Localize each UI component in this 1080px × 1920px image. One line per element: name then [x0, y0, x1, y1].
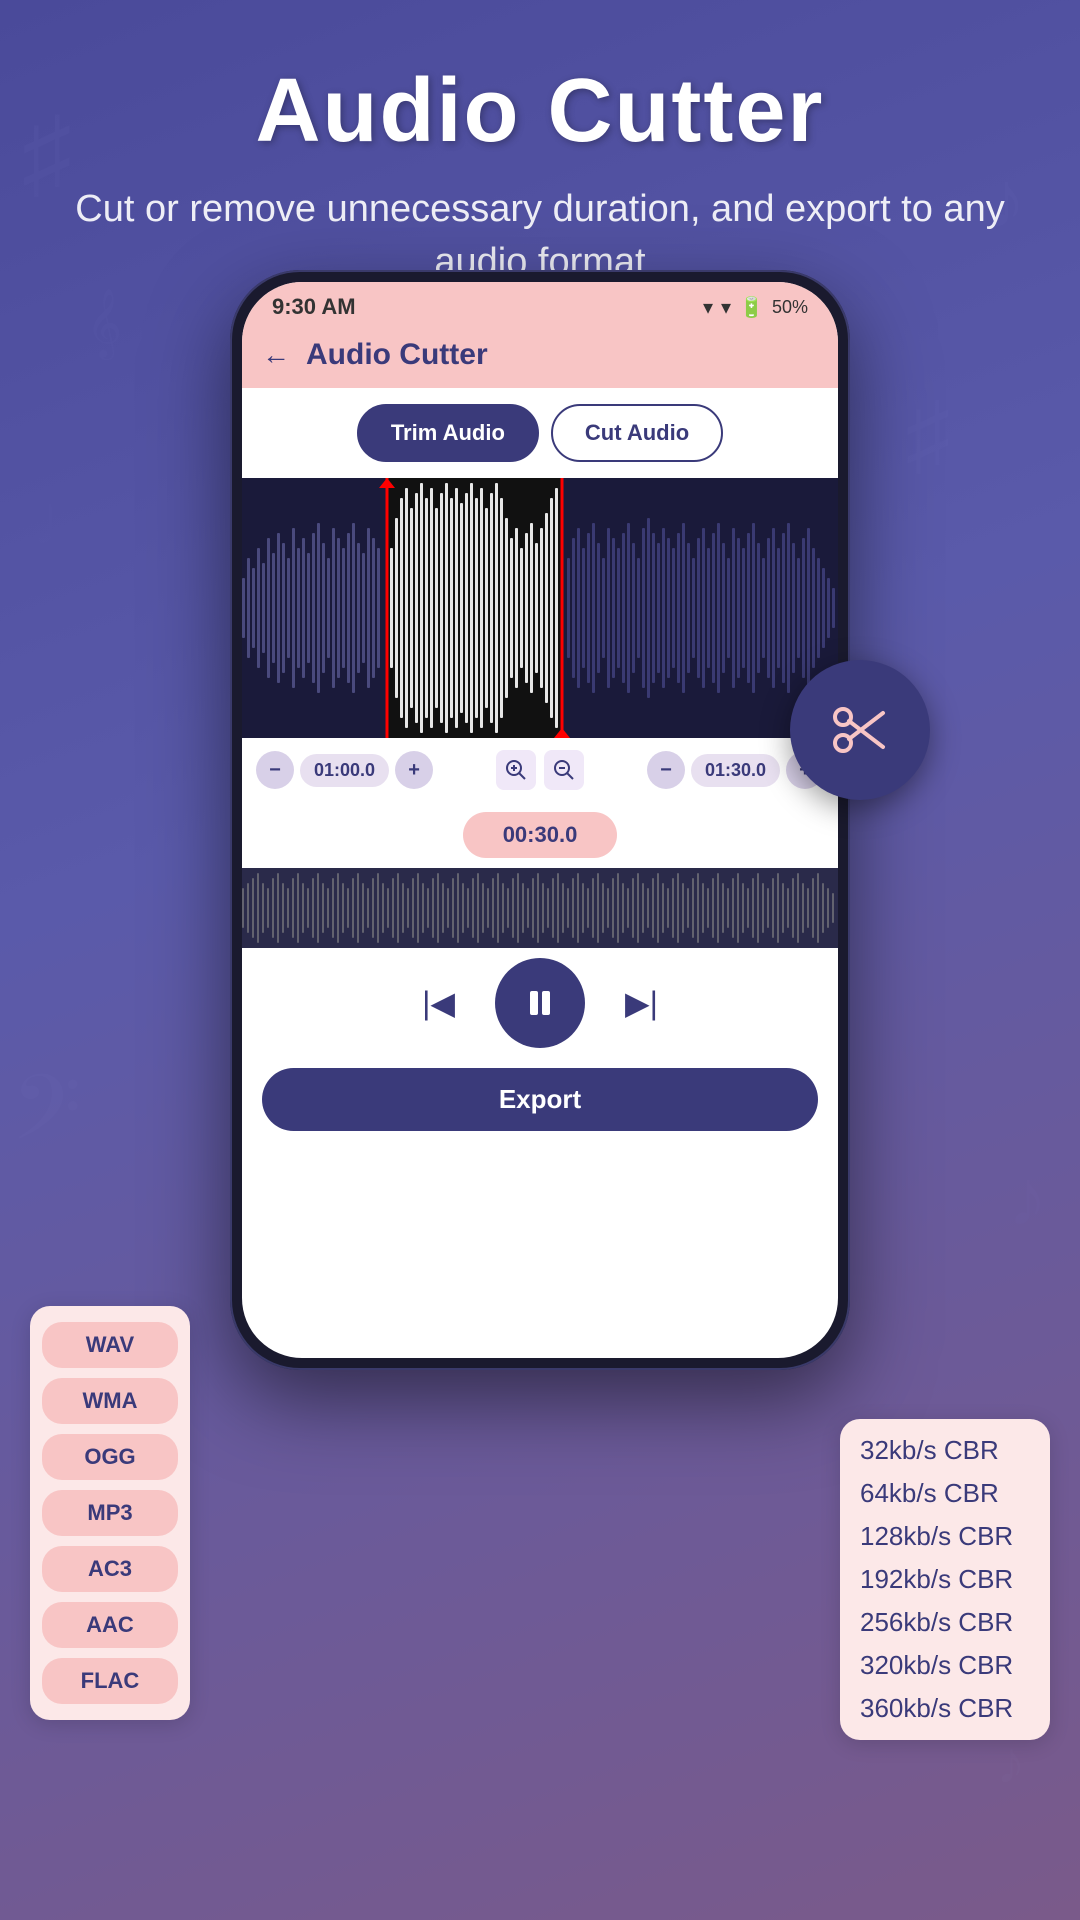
format-list: WAV WMA OGG MP3 AC3 AAC FLAC — [30, 1306, 190, 1720]
start-time-display: 01:00.0 — [300, 754, 389, 787]
duration-section: 00:30.0 — [242, 802, 838, 868]
bitrate-192[interactable]: 192kb/s CBR — [860, 1564, 1030, 1595]
zoom-out-button[interactable] — [544, 750, 584, 790]
bitrate-128[interactable]: 128kb/s CBR — [860, 1521, 1030, 1552]
phone-mockup: 9:30 AM ▾ ▾ 🔋 50% ← Audio Cutter Trim Au… — [230, 270, 850, 1370]
format-wav[interactable]: WAV — [42, 1322, 178, 1368]
format-flac[interactable]: FLAC — [42, 1658, 178, 1704]
wifi-icon: ▾ — [703, 295, 713, 320]
signal-icon: ▾ — [721, 295, 731, 320]
status-bar: 9:30 AM ▾ ▾ 🔋 50% — [242, 282, 838, 328]
bitrate-64[interactable]: 64kb/s CBR — [860, 1478, 1030, 1509]
format-ogg[interactable]: OGG — [42, 1434, 178, 1480]
format-wma[interactable]: WMA — [42, 1378, 178, 1424]
zoom-out-icon — [553, 759, 575, 781]
start-time-minus[interactable]: − — [256, 751, 294, 789]
phone-outer-shell: 9:30 AM ▾ ▾ 🔋 50% ← Audio Cutter Trim Au… — [230, 270, 850, 1370]
app-bar-title: Audio Cutter — [306, 338, 488, 372]
pause-button[interactable] — [495, 958, 585, 1048]
playback-section: |◀ ▶| — [242, 948, 838, 1058]
bitrate-list: 32kb/s CBR 64kb/s CBR 128kb/s CBR 192kb/… — [840, 1419, 1050, 1740]
bitrate-256[interactable]: 256kb/s CBR — [860, 1607, 1030, 1638]
controls-bar: − 01:00.0 + — [242, 738, 838, 802]
format-mp3[interactable]: MP3 — [42, 1490, 178, 1536]
waveform-secondary[interactable] — [242, 868, 838, 948]
tab-section: Trim Audio Cut Audio — [242, 388, 838, 478]
zoom-controls — [496, 750, 584, 790]
skip-forward-button[interactable]: ▶| — [625, 984, 658, 1022]
waveform-display[interactable] — [242, 478, 838, 738]
skip-back-button[interactable]: |◀ — [422, 984, 455, 1022]
end-time-minus[interactable]: − — [647, 751, 685, 789]
export-button[interactable]: Export — [262, 1068, 818, 1131]
start-time-control: − 01:00.0 + — [256, 751, 433, 789]
phone-screen: 9:30 AM ▾ ▾ 🔋 50% ← Audio Cutter Trim Au… — [242, 282, 838, 1358]
scissors-button[interactable] — [790, 660, 930, 800]
export-section: Export — [242, 1058, 838, 1151]
app-bar: ← Audio Cutter — [242, 328, 838, 388]
scissors-icon — [825, 695, 895, 765]
format-ac3[interactable]: AC3 — [42, 1546, 178, 1592]
battery-icon: 🔋 — [739, 295, 764, 320]
bitrate-320[interactable]: 320kb/s CBR — [860, 1650, 1030, 1681]
status-icons: ▾ ▾ 🔋 50% — [703, 295, 808, 320]
trim-audio-tab[interactable]: Trim Audio — [357, 404, 539, 462]
status-time: 9:30 AM — [272, 294, 356, 320]
duration-display: 00:30.0 — [463, 812, 618, 858]
bitrate-32[interactable]: 32kb/s CBR — [860, 1435, 1030, 1466]
pause-icon — [522, 985, 558, 1021]
start-time-plus[interactable]: + — [395, 751, 433, 789]
zoom-in-icon — [505, 759, 527, 781]
format-aac[interactable]: AAC — [42, 1602, 178, 1648]
waveform-svg — [242, 478, 838, 738]
cut-audio-tab[interactable]: Cut Audio — [551, 404, 723, 462]
bitrate-360[interactable]: 360kb/s CBR — [860, 1693, 1030, 1724]
battery-percentage: 50% — [772, 297, 808, 318]
zoom-in-button[interactable] — [496, 750, 536, 790]
back-button[interactable]: ← — [262, 339, 290, 371]
end-time-display: 01:30.0 — [691, 754, 780, 787]
page-title: Audio Cutter — [40, 60, 1040, 163]
